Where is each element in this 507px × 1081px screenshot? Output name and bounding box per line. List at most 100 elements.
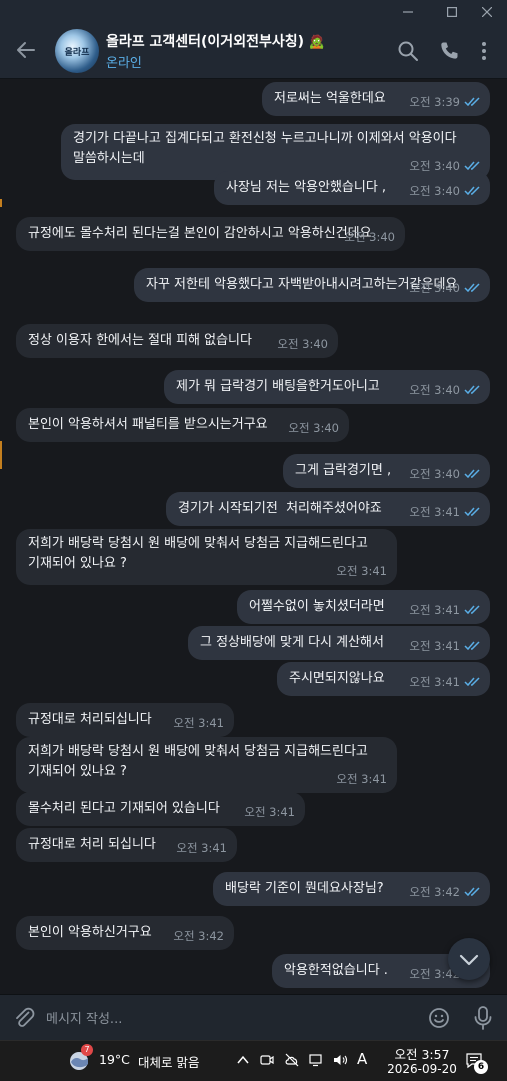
- volume-icon[interactable]: [332, 1052, 348, 1068]
- incoming-message[interactable]: 저희가 배당락 당첨시 원 배당에 맞춰서 당첨금 지급해드린다고 기재되어 있…: [16, 737, 397, 793]
- weather-text: 대체로 맑음: [138, 1055, 200, 1070]
- message-meta: 오전 3:41: [409, 502, 482, 522]
- message-meta: 오전 3:40: [409, 380, 482, 400]
- incoming-message[interactable]: 규정에도 몰수처리 된다는걸 본인이 감안하시고 악용하신건데요 오전 3:40: [16, 217, 405, 251]
- minimize-icon: [403, 11, 413, 13]
- message-input[interactable]: [44, 1003, 408, 1035]
- message-time: 오전 3:41: [409, 639, 460, 653]
- message-list[interactable]: 저로써는 억울한데요 오전 3:39 경기가 다끝나고 집계다되고 환전신청 누르고…: [0, 79, 507, 994]
- read-checkmarks-icon: [464, 161, 480, 171]
- message-time: 오전 3:41: [409, 603, 460, 617]
- windows-taskbar: 7 19°C 대체로 맑음 A 오전 3:57 2026-09-20 6: [0, 1040, 507, 1081]
- taskbar-date[interactable]: 2026-09-20: [381, 1062, 463, 1076]
- unread-marker: [0, 199, 2, 207]
- message-meta: 오전 3:41: [409, 600, 482, 620]
- read-checkmarks-icon: [464, 887, 480, 897]
- message-meta: 오전 3:41: [173, 713, 224, 733]
- minimize-button[interactable]: [388, 0, 428, 24]
- search-icon[interactable]: [396, 39, 420, 63]
- maximize-button[interactable]: [432, 0, 472, 24]
- ime-indicator[interactable]: A: [357, 1050, 367, 1068]
- outgoing-message[interactable]: 사장님 저는 악용안했습니다 , 오전 3:40: [214, 171, 490, 205]
- message-meta: 오전 3:41: [409, 672, 482, 692]
- message-meta: 오전 3:41: [244, 802, 295, 822]
- message-meta: 오전 3:41: [176, 838, 227, 858]
- message-meta: 오전 3:40: [409, 464, 482, 484]
- meet-now-icon[interactable]: [259, 1052, 275, 1068]
- cloud-offline-icon[interactable]: [284, 1052, 300, 1068]
- weather-badge: 7: [81, 1044, 93, 1056]
- avatar-label: 올라프: [64, 48, 90, 58]
- outgoing-message[interactable]: 저로써는 억울한데요 오전 3:39: [262, 82, 490, 116]
- outgoing-message[interactable]: 경기가 시작되기전 처리해주셨어야죠 오전 3:41: [166, 492, 490, 526]
- microphone-icon[interactable]: [471, 1005, 495, 1031]
- close-button[interactable]: [467, 0, 507, 24]
- incoming-message[interactable]: 규정대로 처리되십니다 오전 3:41: [16, 703, 234, 737]
- chevron-up-icon[interactable]: [236, 1053, 250, 1067]
- message-time: 오전 3:41: [173, 716, 224, 730]
- scroll-down-button[interactable]: [448, 938, 490, 980]
- message-meta: 오전 3:40: [277, 334, 328, 354]
- read-checkmarks-icon: [464, 186, 480, 196]
- message-time: 오전 3:39: [409, 95, 460, 109]
- read-checkmarks-icon: [464, 507, 480, 517]
- incoming-message[interactable]: 저희가 배당락 당첨시 원 배당에 맞춰서 당첨금 지급해드린다고 기재되어 있…: [16, 529, 397, 585]
- chat-title-emoji: 🧟: [308, 35, 326, 50]
- message-meta: 오전 3:41: [336, 561, 387, 581]
- chevron-down-icon: [459, 954, 479, 966]
- back-arrow-icon[interactable]: [14, 38, 38, 62]
- phone-icon[interactable]: [437, 39, 461, 63]
- notification-count: 6: [474, 1060, 488, 1074]
- weather-widget[interactable]: 7: [68, 1044, 93, 1071]
- message-time: 오전 3:40: [409, 184, 460, 198]
- window-titlebar: [0, 0, 507, 24]
- outgoing-message[interactable]: 배당락 기준이 뭔데요사장님? 오전 3:42: [213, 872, 490, 906]
- message-meta: 오전 3:40: [344, 227, 395, 247]
- message-meta: 오전 3:42: [409, 882, 482, 902]
- read-checkmarks-icon: [464, 641, 480, 651]
- chat-title-text: 올라프 고객센터(이거외전부사칭): [106, 34, 304, 50]
- outgoing-message[interactable]: 제가 뭐 급락경기 배팅을한거도아니고 오전 3:40: [164, 370, 490, 404]
- paperclip-icon[interactable]: [12, 1006, 36, 1030]
- network-icon[interactable]: [308, 1052, 324, 1068]
- incoming-message[interactable]: 본인이 악용하신거구요 오전 3:42: [16, 916, 234, 950]
- outgoing-message[interactable]: 그게 급락경기면 , 오전 3:40: [283, 454, 490, 488]
- chat-title[interactable]: 올라프 고객센터(이거외전부사칭) 🧟: [106, 31, 325, 51]
- message-time: 오전 3:42: [409, 885, 460, 899]
- read-checkmarks-icon: [464, 605, 480, 615]
- message-time: 오전 3:41: [244, 805, 295, 819]
- chat-status: 온라인: [106, 56, 142, 71]
- message-time: 오전 3:40: [288, 421, 339, 435]
- close-icon: [481, 6, 493, 18]
- message-meta: 오전 3:42: [173, 926, 224, 946]
- incoming-message[interactable]: 규정대로 처리 되십니다 오전 3:41: [16, 828, 237, 862]
- maximize-icon: [447, 7, 458, 18]
- message-time: 오전 3:41: [176, 841, 227, 855]
- message-text: 규정에도 몰수처리 된다는걸 본인이 감안하시고 악용하신건데요: [28, 226, 372, 241]
- message-text: 저희가 배당락 당첨시 원 배당에 맞춰서 당첨금 지급해드린다고 기재되어 있…: [28, 536, 368, 571]
- read-checkmarks-icon: [464, 469, 480, 479]
- more-vert-icon[interactable]: [472, 39, 496, 63]
- message-meta: 오전 3:41: [336, 769, 387, 789]
- outgoing-message[interactable]: 자꾸 저한테 악용했다고 자백받아내시려고하는거같은데요 오전 3:40: [134, 268, 490, 302]
- message-time: 오전 3:42: [173, 929, 224, 943]
- incoming-message[interactable]: 정상 이용자 한에서는 절대 피해 없습니다 오전 3:40: [16, 324, 338, 358]
- message-meta: 오전 3:39: [409, 92, 482, 112]
- notification-center-button[interactable]: 6: [465, 1051, 488, 1074]
- emoji-icon[interactable]: [427, 1006, 451, 1030]
- outgoing-message[interactable]: 주시면되지않나요 오전 3:41: [277, 662, 490, 696]
- message-time: 오전 3:40: [344, 230, 395, 244]
- avatar[interactable]: 올라프: [55, 29, 99, 73]
- chat-header: 올라프 올라프 고객센터(이거외전부사칭) 🧟 온라인: [0, 24, 507, 79]
- weather-temp: 19°C: [99, 1052, 130, 1067]
- message-time: 오전 3:40: [277, 337, 328, 351]
- incoming-message[interactable]: 본인이 악용하셔서 패널티를 받으시는거구요 오전 3:40: [16, 408, 349, 442]
- outgoing-message[interactable]: 어쩔수없이 놓치셨더라면 오전 3:41: [237, 590, 490, 624]
- incoming-message[interactable]: 몰수처리 된다고 기재되어 있습니다 오전 3:41: [16, 792, 305, 826]
- message-meta: 오전 3:40: [288, 418, 339, 438]
- outgoing-message[interactable]: 그 정상배당에 맞게 다시 계산해서 오전 3:41: [188, 626, 490, 660]
- message-time: 오전 3:41: [336, 564, 387, 578]
- taskbar-time[interactable]: 오전 3:57: [391, 1044, 453, 1063]
- message-meta: 오전 3:41: [409, 636, 482, 656]
- message-meta: 오전 3:40: [409, 181, 482, 201]
